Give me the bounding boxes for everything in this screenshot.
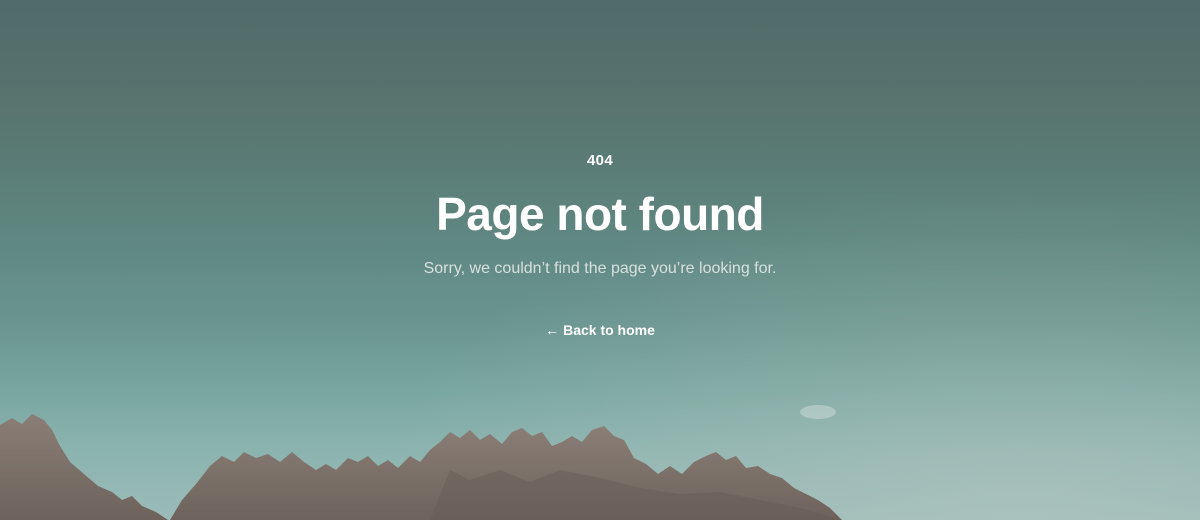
cloud-puff xyxy=(800,405,836,419)
mountain-left xyxy=(0,414,168,520)
arrow-left-icon: ← xyxy=(545,322,560,338)
error-message: Sorry, we couldn’t find the page you’re … xyxy=(423,260,777,277)
error-code: 404 xyxy=(587,152,613,169)
back-to-home-link[interactable]: ← Back to home xyxy=(0,322,1200,338)
page-title: Page not found xyxy=(436,188,764,240)
back-to-home-label: Back to home xyxy=(563,322,655,338)
